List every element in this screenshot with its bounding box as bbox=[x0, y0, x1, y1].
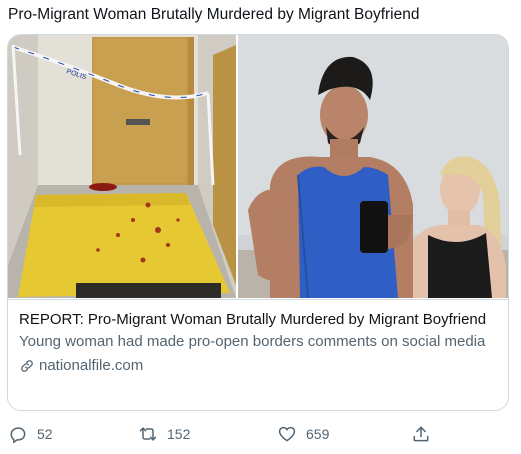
like-count: 659 bbox=[306, 426, 330, 442]
retweet-button[interactable]: 152 bbox=[138, 420, 190, 448]
card-body[interactable]: REPORT: Pro-Migrant Woman Brutally Murde… bbox=[8, 299, 508, 410]
heart-icon bbox=[278, 426, 296, 442]
card-media[interactable]: POLIS bbox=[8, 35, 508, 298]
share-button[interactable] bbox=[411, 420, 431, 448]
card-domain-label: nationalfile.com bbox=[39, 357, 144, 374]
link-card[interactable]: POLIS REPORT: Pro-Migrant Woman Brutally… bbox=[7, 34, 509, 411]
link-icon bbox=[21, 360, 33, 372]
tweet-actions: 52 152 659 bbox=[0, 420, 521, 448]
retweet-icon bbox=[139, 427, 157, 441]
like-button[interactable]: 659 bbox=[277, 420, 329, 448]
crime-scene-image: POLIS bbox=[8, 35, 236, 298]
reply-icon bbox=[10, 427, 26, 444]
share-icon bbox=[413, 426, 429, 442]
reply-count: 52 bbox=[37, 426, 53, 442]
tweet-text: Pro-Migrant Woman Brutally Murdered by M… bbox=[8, 6, 420, 23]
card-domain[interactable]: nationalfile.com bbox=[19, 356, 497, 376]
couple-image bbox=[238, 35, 508, 298]
card-title[interactable]: REPORT: Pro-Migrant Woman Brutally Murde… bbox=[19, 310, 497, 330]
reply-button[interactable]: 52 bbox=[8, 420, 53, 448]
card-description: Young woman had made pro-open borders co… bbox=[19, 333, 486, 350]
retweet-count: 152 bbox=[167, 426, 191, 442]
